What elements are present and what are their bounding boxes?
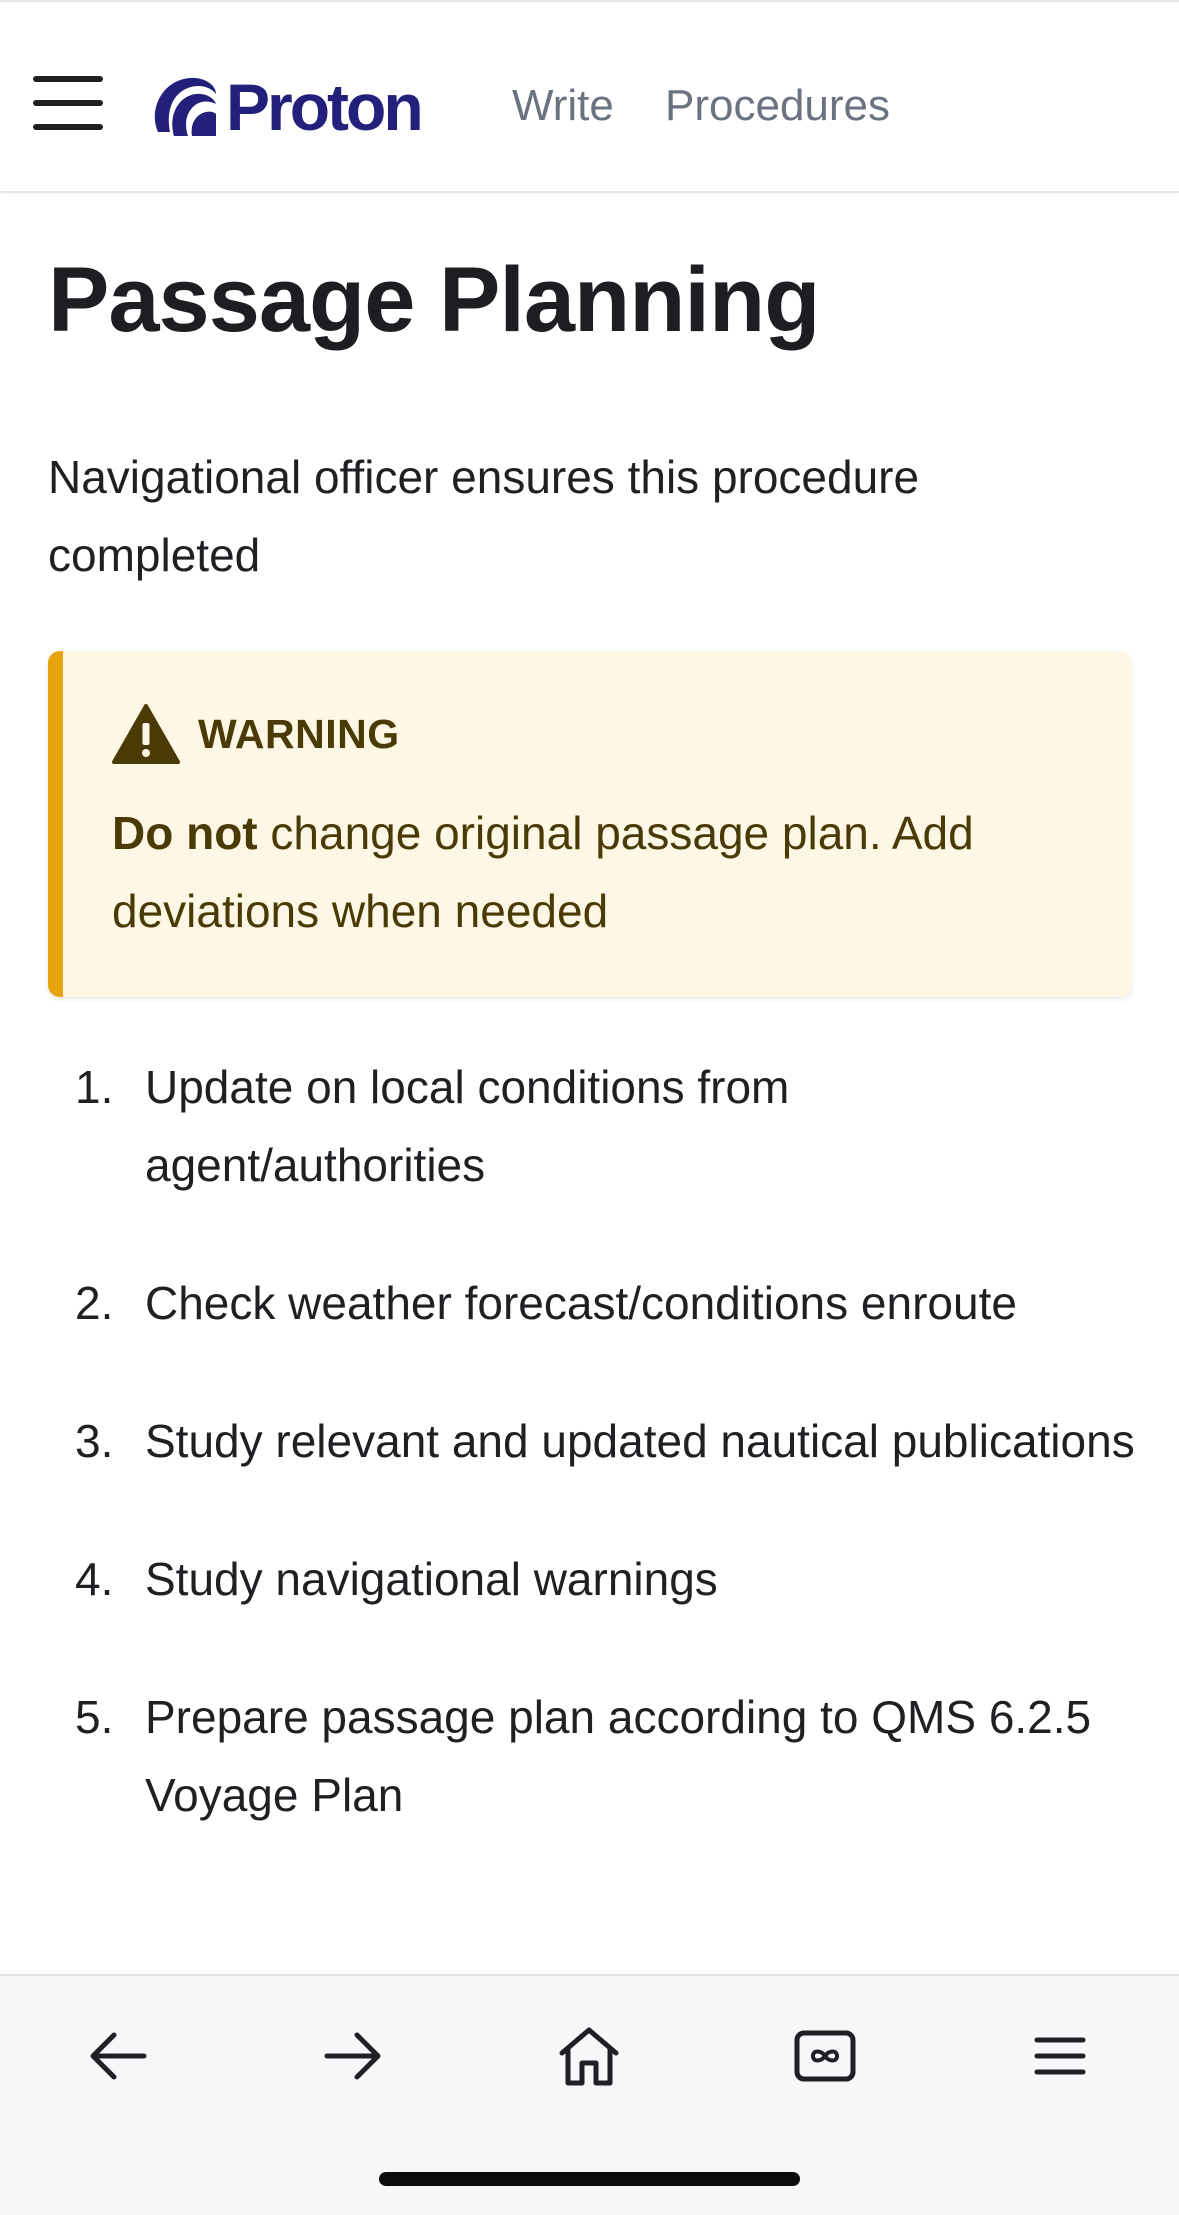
warning-title: WARNING: [198, 710, 400, 757]
back-button[interactable]: [78, 2016, 158, 2096]
list-item: 3. Study relevant and updated nautical p…: [0, 1402, 1179, 1480]
step-number: 2.: [75, 1277, 114, 1329]
warning-emphasis: Do not: [112, 807, 258, 859]
warning-header: WARNING: [112, 703, 400, 765]
menu-icon: [1034, 2037, 1086, 2075]
tabs-icon: [794, 2030, 856, 2082]
step-text: Update on local conditions from agent/au…: [145, 1061, 790, 1191]
list-item: 4. Study navigational warnings: [0, 1540, 1179, 1618]
warning-callout: WARNING Do not change original passage p…: [48, 651, 1131, 997]
forward-arrow-icon: [324, 2032, 381, 2080]
warning-message: Do not change original passage plan. Add…: [112, 794, 1112, 950]
step-text: Check weather forecast/conditions enrout…: [145, 1277, 1017, 1329]
tabs-button[interactable]: [785, 2016, 865, 2096]
home-indicator[interactable]: [379, 2172, 800, 2186]
list-item: 1. Update on local conditions from agent…: [0, 1048, 1179, 1204]
logo-text: Proton: [226, 70, 424, 144]
proton-logo[interactable]: Proton: [150, 70, 424, 144]
warning-triangle-icon: [112, 704, 180, 764]
hamburger-menu-icon[interactable]: [30, 74, 106, 134]
proton-logo-mark-icon: [154, 77, 216, 136]
step-text: Study navigational warnings: [145, 1553, 718, 1605]
page-subtitle: Navigational officer ensures this proced…: [48, 451, 920, 581]
step-number: 4.: [75, 1553, 114, 1605]
forward-button[interactable]: [313, 2016, 393, 2096]
home-icon: [559, 2027, 619, 2086]
back-arrow-icon: [90, 2032, 147, 2080]
step-text: Study relevant and updated nautical publ…: [145, 1415, 1135, 1467]
top-navigation-bar: Proton Write Procedures: [0, 0, 1179, 193]
list-item: 2. Check weather forecast/conditions enr…: [0, 1264, 1179, 1342]
nav-link-procedures[interactable]: Procedures: [665, 84, 890, 128]
nav-link-write[interactable]: Write: [512, 84, 614, 128]
list-item: 5. Prepare passage plan according to QMS…: [0, 1678, 1179, 1834]
page-title: Passage Planning: [48, 249, 820, 351]
home-button[interactable]: [549, 2016, 629, 2096]
step-number: 5.: [75, 1691, 114, 1743]
step-text: Prepare passage plan according to QMS 6.…: [145, 1691, 1092, 1821]
step-number: 1.: [75, 1061, 114, 1113]
procedure-steps-list: 1. Update on local conditions from agent…: [0, 1048, 1179, 1894]
step-number: 3.: [75, 1415, 114, 1467]
menu-button[interactable]: [1020, 2016, 1100, 2096]
